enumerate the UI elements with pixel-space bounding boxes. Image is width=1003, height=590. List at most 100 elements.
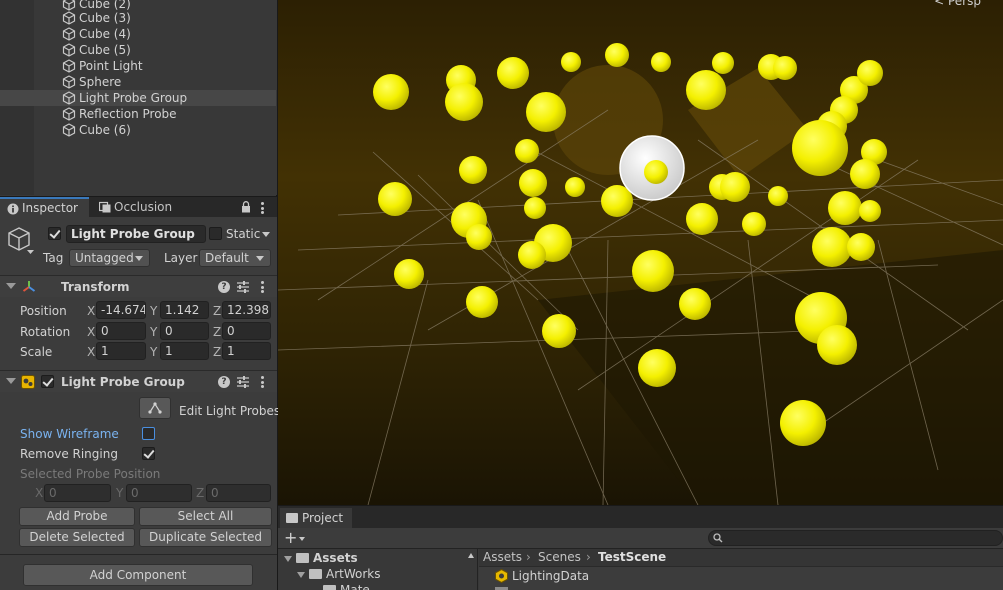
rotation-y-field[interactable]: 0 [160, 322, 209, 340]
position-x-label[interactable]: X [87, 302, 95, 320]
gameobject-cube-icon[interactable] [7, 226, 35, 254]
position-y-field[interactable]: 1.142 [160, 301, 209, 319]
light-probe[interactable] [632, 250, 674, 292]
hierarchy-item[interactable]: Cube (6) [0, 122, 276, 138]
add-component-button[interactable]: Add Component [23, 564, 253, 586]
scale-z-field[interactable]: 1 [222, 342, 271, 360]
asset-item[interactable]: LightingData [512, 568, 589, 584]
position-label[interactable]: Position [20, 303, 67, 319]
light-probe[interactable] [651, 52, 671, 72]
light-probe[interactable] [524, 197, 546, 219]
light-probe[interactable] [526, 92, 566, 132]
layer-dropdown[interactable]: Default [199, 249, 271, 267]
remove-ringing-label[interactable]: Remove Ringing [20, 446, 118, 462]
rotation-y-label[interactable]: Y [150, 323, 157, 341]
light-probe[interactable] [378, 182, 412, 216]
light-probe[interactable] [518, 241, 546, 269]
help-icon[interactable]: ? [218, 376, 230, 388]
light-probe[interactable] [466, 224, 492, 250]
light-probe[interactable] [686, 70, 726, 110]
light-probe[interactable] [542, 314, 576, 348]
static-label[interactable]: Static [226, 226, 260, 242]
hierarchy-item[interactable]: Cube (5) [0, 42, 276, 58]
light-probe[interactable] [497, 57, 529, 89]
light-probe[interactable] [828, 191, 862, 225]
hierarchy-item[interactable]: Cube (3) [0, 10, 276, 26]
light-probe[interactable] [561, 52, 581, 72]
project-search-input[interactable] [708, 530, 1003, 546]
light-probe[interactable] [857, 60, 883, 86]
foldout-arrow-icon[interactable] [6, 378, 16, 384]
tree-item-artworks[interactable]: ArtWorks [326, 566, 381, 582]
static-toggle[interactable] [209, 227, 222, 240]
tab-project[interactable]: Project [280, 508, 352, 528]
edit-light-probes-button[interactable] [139, 397, 171, 419]
light-probe[interactable] [373, 74, 409, 110]
component-enabled-toggle[interactable] [41, 375, 54, 388]
transform-menu-icon[interactable] [261, 281, 264, 293]
hierarchy-item[interactable]: Reflection Probe [0, 106, 276, 122]
light-probe[interactable] [847, 233, 875, 261]
scale-z-label[interactable]: Z [213, 343, 221, 361]
light-probe[interactable] [768, 186, 788, 206]
light-probe[interactable] [445, 83, 483, 121]
hierarchy-item[interactable]: Light Probe Group [0, 90, 276, 106]
position-z-field[interactable]: 12.398 [222, 301, 271, 319]
tree-expand-icon[interactable] [297, 572, 305, 578]
tree-item-assets[interactable]: Assets [313, 550, 358, 566]
light-probe[interactable] [686, 203, 718, 235]
light-probe[interactable] [812, 227, 852, 267]
scroll-up-icon[interactable] [468, 553, 474, 558]
light-probe[interactable] [817, 325, 857, 365]
light-probe[interactable] [742, 212, 766, 236]
lock-icon[interactable] [241, 201, 251, 213]
light-probe-group-menu-icon[interactable] [261, 376, 264, 388]
gameobject-name-field[interactable]: Light Probe Group [66, 225, 206, 243]
show-wireframe-toggle[interactable] [142, 427, 155, 440]
scene-view[interactable]: < Persp [278, 0, 1003, 505]
tab-inspector[interactable]: Inspector [0, 197, 89, 218]
scene-canvas[interactable] [278, 0, 1003, 505]
light-probe[interactable] [466, 286, 498, 318]
rotation-z-field[interactable]: 0 [222, 322, 271, 340]
light-probe[interactable] [792, 120, 848, 176]
show-wireframe-label[interactable]: Show Wireframe [20, 426, 119, 442]
rotation-x-label[interactable]: X [87, 323, 95, 341]
inspector-menu-icon[interactable] [261, 202, 264, 214]
hierarchy-item[interactable]: Cube (4) [0, 26, 276, 42]
light-probe[interactable] [780, 400, 826, 446]
add-probe-button[interactable]: Add Probe [19, 507, 135, 526]
transform-header[interactable]: Transform ? [0, 275, 277, 297]
hierarchy-item[interactable]: Sphere [0, 74, 276, 90]
light-probe[interactable] [459, 156, 487, 184]
light-probe[interactable] [712, 52, 734, 74]
presets-icon[interactable] [237, 375, 249, 389]
tree-expand-icon[interactable] [284, 556, 292, 562]
scale-y-label[interactable]: Y [150, 343, 157, 361]
light-probe[interactable] [773, 56, 797, 80]
presets-icon[interactable] [237, 280, 249, 294]
scale-y-field[interactable]: 1 [160, 342, 209, 360]
light-probe[interactable] [850, 159, 880, 189]
foldout-arrow-icon[interactable] [6, 283, 16, 289]
breadcrumb-scenes[interactable]: Scenes [538, 550, 581, 564]
breadcrumb-assets[interactable]: Assets [483, 550, 522, 564]
hierarchy-item[interactable]: Point Light [0, 58, 276, 74]
light-probe[interactable] [679, 288, 711, 320]
rotation-x-field[interactable]: 0 [96, 322, 146, 340]
light-probe[interactable] [644, 160, 668, 184]
light-probe[interactable] [565, 177, 585, 197]
light-probe[interactable] [515, 139, 539, 163]
position-z-label[interactable]: Z [213, 302, 221, 320]
light-probe-group-header[interactable]: Light Probe Group ? [0, 370, 277, 392]
remove-ringing-toggle[interactable] [142, 447, 155, 460]
delete-selected-button[interactable]: Delete Selected [19, 528, 135, 547]
add-asset-button[interactable]: + [284, 528, 297, 548]
light-probe[interactable] [859, 200, 881, 222]
light-probe[interactable] [720, 172, 750, 202]
rotation-z-label[interactable]: Z [213, 323, 221, 341]
scale-x-label[interactable]: X [87, 343, 95, 361]
persp-label[interactable]: < Persp [934, 0, 981, 8]
light-probe[interactable] [605, 43, 629, 67]
position-x-field[interactable]: -14.674 [96, 301, 146, 319]
